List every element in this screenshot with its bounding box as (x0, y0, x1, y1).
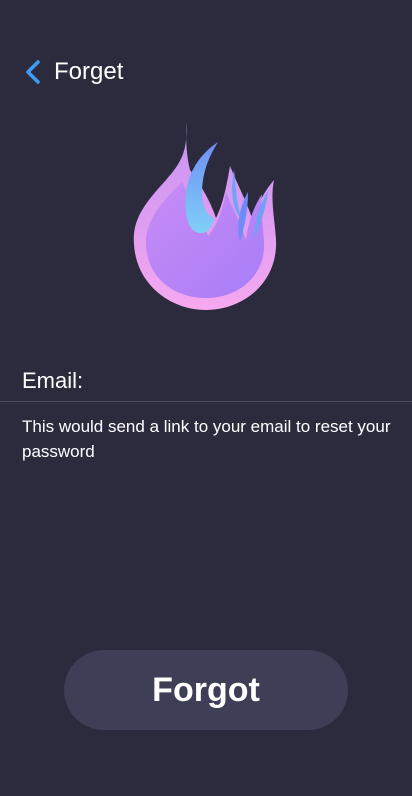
chevron-left-icon[interactable] (22, 56, 44, 88)
help-text: This would send a link to your email to … (22, 417, 391, 461)
forgot-button[interactable]: Forgot (64, 650, 348, 730)
page-title: Forget (54, 58, 124, 85)
flame-logo-icon (130, 120, 282, 314)
email-input[interactable] (0, 372, 412, 402)
app-header: Forget (22, 56, 123, 88)
